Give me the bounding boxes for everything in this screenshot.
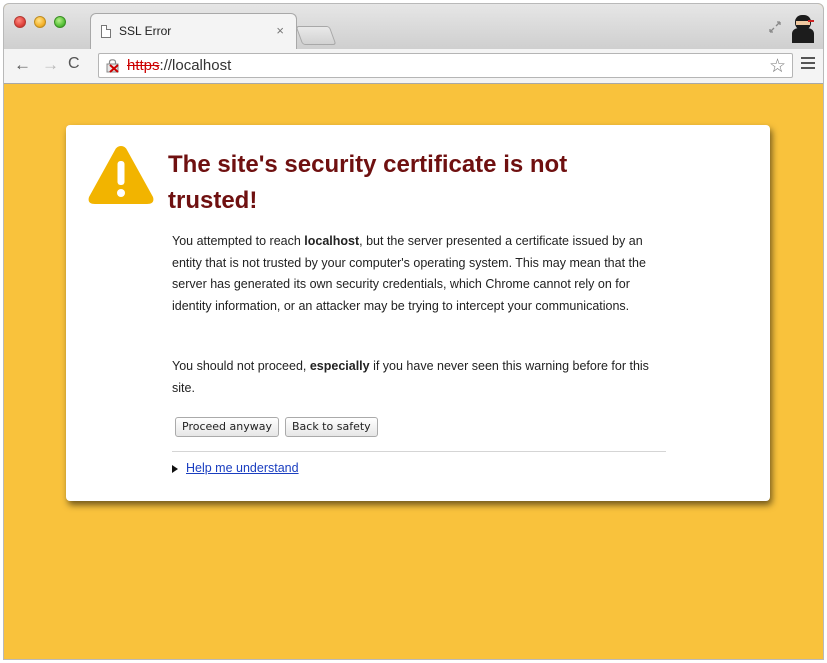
error-advice: You should not proceed, especially if yo… — [172, 359, 649, 395]
warning-triangle-icon — [88, 146, 154, 204]
page-content: The site's security certificate is not t… — [4, 84, 823, 659]
disclosure-triangle-icon[interactable] — [172, 464, 178, 473]
error-title: The site's security certificate is not t… — [168, 151, 568, 214]
help-disclosure[interactable]: Help me understand — [172, 461, 299, 475]
toolbar: ← → C https://localhost ☆ — [4, 49, 823, 84]
minimize-window-button[interactable] — [34, 16, 46, 28]
page-icon — [101, 25, 111, 38]
address-bar[interactable]: https://localhost ☆ — [98, 53, 793, 78]
url-scheme: https — [127, 57, 160, 74]
ssl-error-card: The site's security certificate is not t… — [66, 125, 770, 501]
bookmark-star-icon[interactable]: ☆ — [769, 55, 786, 78]
tab-strip: SSL Error × — [4, 4, 823, 50]
back-button[interactable]: ← — [14, 55, 31, 75]
tab-title: SSL Error — [119, 24, 172, 38]
proceed-anyway-button[interactable]: Proceed anyway — [175, 417, 279, 437]
new-tab-button[interactable] — [295, 26, 337, 45]
url-host: ://localhost — [159, 57, 232, 74]
restore-icon[interactable] — [769, 21, 781, 33]
forward-button[interactable]: → — [42, 55, 59, 75]
zoom-window-button[interactable] — [54, 16, 66, 28]
divider — [172, 451, 666, 452]
emphasis-text: especially — [309, 359, 370, 373]
profile-avatar[interactable] — [789, 12, 817, 44]
url-text: https://localhost — [127, 57, 231, 74]
tab-ssl-error[interactable]: SSL Error × — [90, 13, 297, 50]
action-buttons: Proceed anyway Back to safety — [175, 417, 384, 437]
host-name: localhost — [304, 234, 360, 248]
error-explanation: You attempted to reach localhost, but th… — [172, 234, 646, 313]
browser-window: SSL Error × ← → C https://localhost ☆ Th… — [3, 3, 824, 660]
menu-icon[interactable] — [801, 57, 815, 71]
broken-lock-icon[interactable] — [106, 59, 120, 73]
back-to-safety-button[interactable]: Back to safety — [284, 417, 378, 437]
help-me-understand-link[interactable]: Help me understand — [186, 461, 299, 475]
close-window-button[interactable] — [14, 16, 26, 28]
tab-close-button[interactable]: × — [276, 23, 284, 38]
reload-button[interactable]: C — [68, 55, 80, 73]
